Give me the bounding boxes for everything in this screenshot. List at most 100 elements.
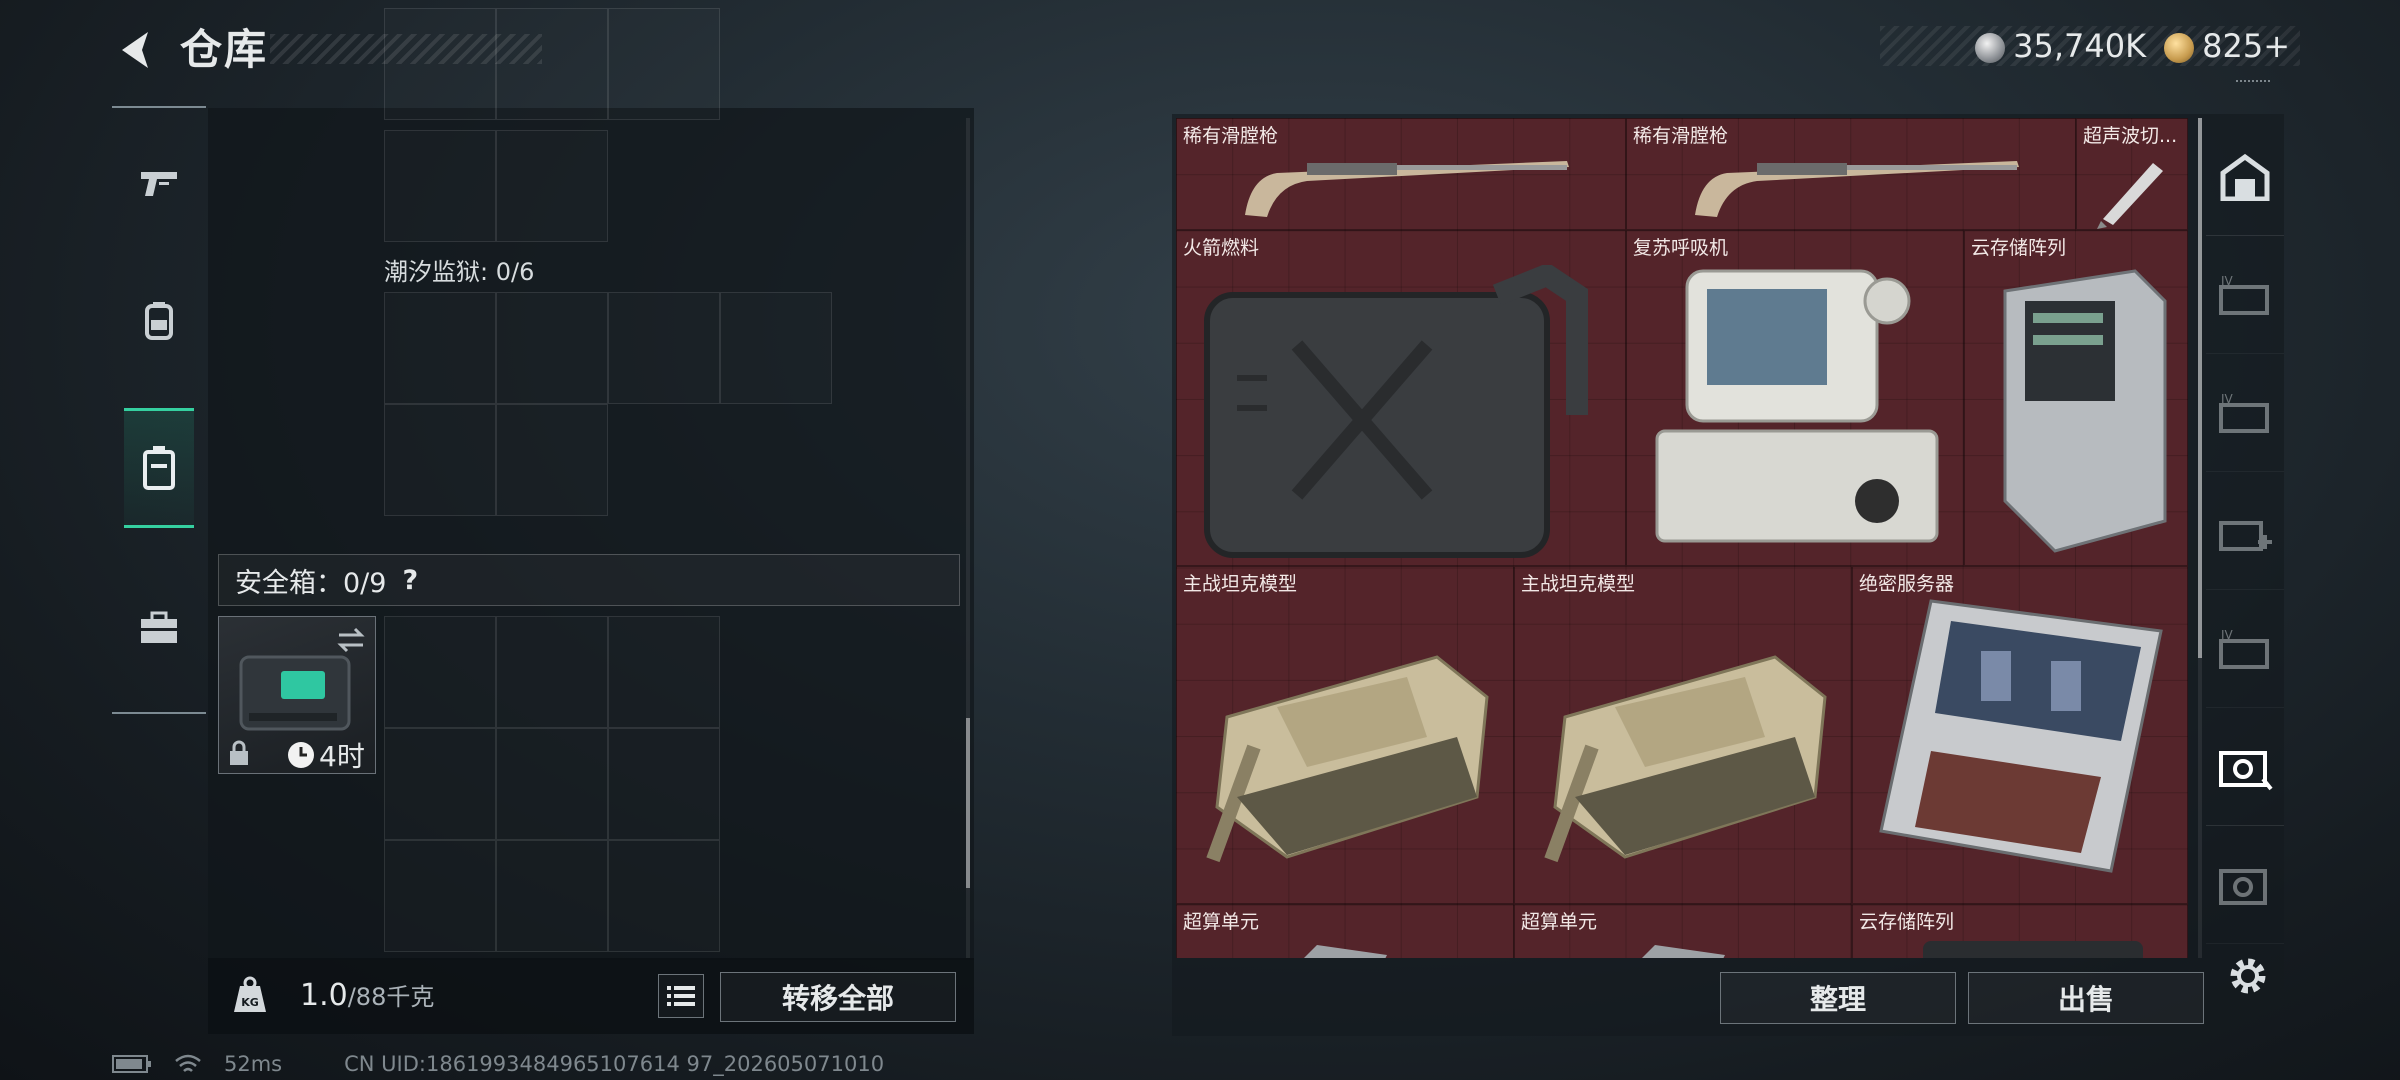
safebox-timer: 4时 (287, 735, 365, 775)
tab-stash-page-3[interactable]: IV (2206, 354, 2284, 472)
tab-weapons[interactable] (124, 122, 194, 242)
grid-cell[interactable] (496, 8, 608, 120)
grid-cell[interactable] (384, 840, 496, 952)
stash-item[interactable]: 云存储阵列 (1964, 230, 2188, 566)
tab-stash-page-current[interactable] (2206, 708, 2284, 826)
list-view-button[interactable] (658, 974, 704, 1018)
item-name: 超算单元 (1183, 911, 1260, 933)
swap-icon[interactable] (335, 625, 367, 655)
help-icon[interactable]: ? (402, 565, 418, 596)
supercomputer-unit-icon (1642, 945, 1725, 958)
grid-cell[interactable] (496, 130, 608, 242)
menu-dots-icon[interactable] (2236, 80, 2270, 90)
back-arrow-icon (122, 32, 148, 68)
grid-cell[interactable] (384, 292, 496, 404)
scrollbar-thumb[interactable] (966, 718, 970, 888)
item-name: 火箭燃料 (1183, 237, 1260, 259)
grid-cell[interactable] (608, 616, 720, 728)
item-name: 超算单元 (1521, 911, 1598, 933)
tab-stash-page-2[interactable]: IV (2206, 236, 2284, 354)
silver-coin-icon (1975, 33, 2006, 63)
prison-container-label: 潮汐监狱: 0/6 (384, 258, 535, 286)
grid-cell[interactable] (496, 840, 608, 952)
silver-currency: 35,740K (1975, 27, 2146, 65)
grid-cell[interactable] (384, 728, 496, 840)
grid-cell[interactable] (384, 616, 496, 728)
tab-equipment[interactable] (124, 568, 194, 688)
grid-cell[interactable] (496, 404, 608, 516)
list-icon (667, 986, 695, 1006)
grid-cell[interactable] (608, 292, 720, 404)
stash-page-icon: IV (2219, 274, 2269, 315)
stash-item[interactable]: 云存储阵列 (1852, 904, 2188, 958)
grid-cell[interactable] (608, 8, 720, 120)
item-name: 主战坦克模型 (1521, 573, 1636, 595)
settings-button[interactable] (2220, 948, 2276, 1004)
ultrasonic-cutter-icon (2097, 163, 2163, 229)
grid-cell[interactable] (496, 292, 608, 404)
tab-storage[interactable] (124, 408, 194, 528)
sort-button[interactable]: 整理 (1720, 972, 1956, 1024)
category-tabs (112, 106, 206, 714)
briefcase-icon (141, 611, 177, 643)
gold-currency[interactable]: 825+ (2164, 27, 2290, 65)
wifi-icon (175, 1054, 201, 1072)
stash-item[interactable]: 主战坦克模型 (1176, 566, 1514, 904)
stash-item[interactable]: 稀有滑膛枪 (1176, 118, 1626, 230)
stash-item[interactable]: 稀有滑膛枪 (1626, 118, 2076, 230)
stash-item[interactable]: 超算单元 (1514, 904, 1852, 958)
stash-item[interactable]: 主战坦克模型 (1514, 566, 1852, 904)
grid-cell[interactable] (720, 292, 832, 404)
clock-icon (288, 742, 314, 768)
musket-icon (1245, 161, 1569, 217)
stash-page-icon: IV (2219, 392, 2269, 433)
uid-text: CN UID:1861993484965107614 97_2026050710… (344, 1052, 885, 1076)
grid-cell[interactable] (384, 8, 496, 120)
server-icon (1879, 599, 2163, 873)
grid-cell[interactable] (608, 840, 720, 952)
stash-item[interactable]: 超声波切... (2076, 118, 2188, 230)
gear-icon (2230, 958, 2266, 994)
safebox-item[interactable]: 4时 (218, 616, 376, 774)
vault-page-icon (2219, 750, 2273, 790)
item-name: 复苏呼吸机 (1633, 237, 1729, 259)
status-bar: 52ms CN UID:1861993484965107614 97_20260… (112, 1052, 884, 1076)
weight-kg-icon: KG (234, 976, 266, 1012)
tab-stash-page-5[interactable]: IV (2206, 590, 2284, 708)
stash-item[interactable]: 复苏呼吸机 (1626, 230, 1964, 566)
tank-model-icon (1544, 655, 1827, 863)
inventory-panel: 潮汐监狱: 0/6 安全箱：0/9 ? 4时 (208, 8, 974, 960)
item-name: 主战坦克模型 (1183, 573, 1298, 595)
page-title: 仓库 (180, 25, 269, 74)
weight-capacity: /88千克 (347, 983, 435, 1011)
tab-stash-home[interactable] (2206, 118, 2284, 236)
grid-cell[interactable] (496, 728, 608, 840)
storage-array-icon (2003, 269, 2167, 553)
grid-cell[interactable] (384, 404, 496, 516)
pistol-icon (141, 172, 177, 196)
stash-item[interactable]: 火箭燃料 (1176, 230, 1626, 566)
stash-item[interactable]: 绝密服务器 (1852, 566, 2188, 904)
svg-text:IV: IV (2221, 628, 2234, 642)
stash-item[interactable]: 超算单元 (1176, 904, 1514, 958)
storage-array-icon (1923, 941, 2143, 958)
storage-case-icon (143, 446, 175, 490)
grid-cell[interactable] (496, 616, 608, 728)
tab-stash-add-page[interactable] (2206, 472, 2284, 590)
back-button[interactable] (108, 22, 168, 78)
sell-button[interactable]: 出售 (1968, 972, 2204, 1024)
tab-stash-page-7[interactable] (2206, 826, 2284, 944)
stash-page-icon: IV (2219, 628, 2269, 669)
gold-coin-icon (2164, 33, 2195, 63)
add-currency-icon[interactable]: + (2263, 27, 2290, 65)
tab-backpack[interactable] (124, 260, 194, 380)
grid-cell[interactable] (384, 130, 496, 242)
grid-cell[interactable] (608, 728, 720, 840)
svg-text:IV: IV (2221, 274, 2234, 288)
musket-icon (1695, 161, 2019, 217)
item-name: 云存储阵列 (1971, 237, 2067, 259)
stash-scrollbar-thumb[interactable] (2198, 118, 2202, 658)
stash-page-tabs: IV IV IV (2206, 118, 2284, 958)
transfer-all-button[interactable]: 转移全部 (720, 972, 956, 1022)
ping-text: 52ms (224, 1052, 283, 1076)
